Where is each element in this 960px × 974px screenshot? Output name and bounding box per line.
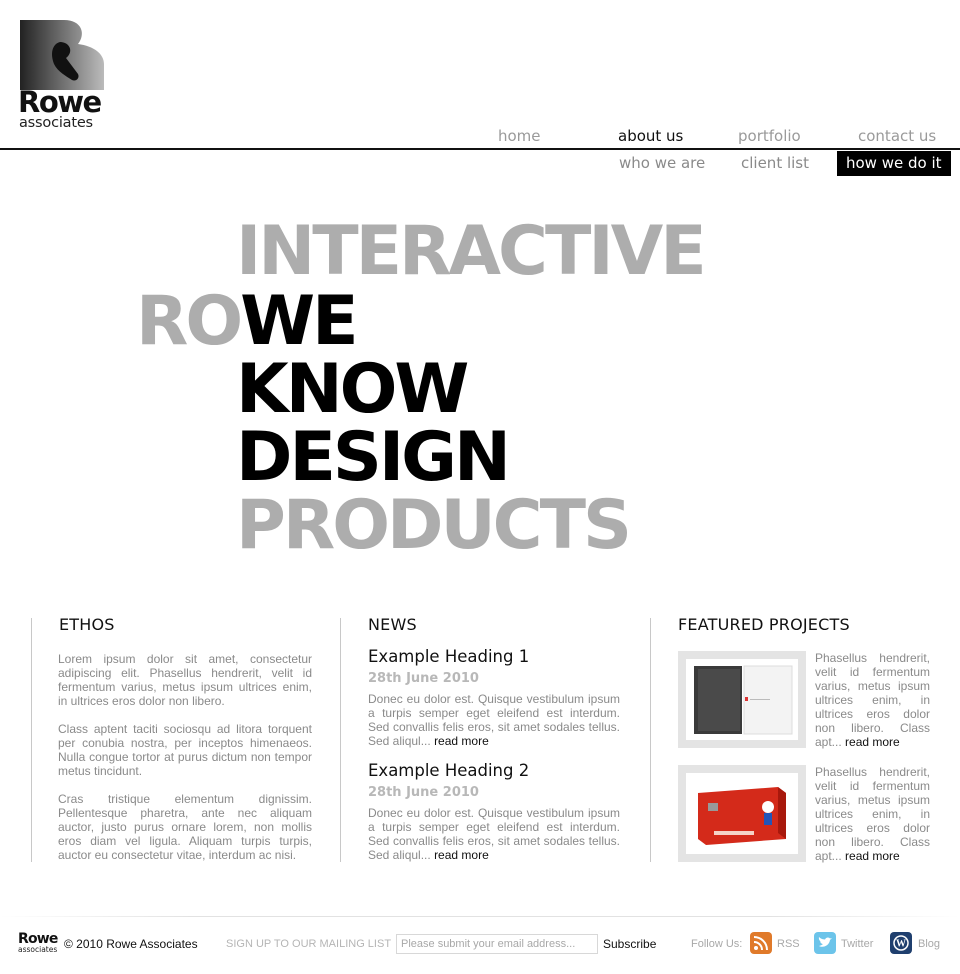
hero-line-rowe: ROWE [136, 288, 359, 356]
game-box-image [698, 787, 786, 845]
nav-about-us[interactable]: about us [618, 127, 683, 145]
project-thumbnail-box[interactable] [678, 765, 806, 862]
ethos-title: ETHOS [59, 615, 115, 634]
ethos-body: Lorem ipsum dolor sit amet, consectetur … [58, 652, 312, 876]
column-divider [31, 618, 32, 862]
hero-line-interactive: INTERACTIVE [236, 212, 707, 291]
news-excerpt: Donec eu dolor est. Quisque vestibulum i… [368, 692, 620, 748]
hero-line-know: KNOW [236, 350, 469, 429]
project-thumbnail-brochure[interactable] [678, 651, 806, 748]
ethos-paragraph: Lorem ipsum dolor sit amet, consectetur … [58, 652, 312, 708]
logo-sub: associates [19, 115, 93, 131]
news-excerpt-text: Donec eu dolor est. Quisque vestibulum i… [368, 692, 620, 748]
news-date: 28th June 2010 [368, 671, 479, 686]
subnav-how-we-do-it[interactable]: how we do it [837, 151, 951, 176]
read-more-link[interactable]: read more [434, 848, 489, 862]
mailing-list-label: SIGN UP TO OUR MAILING LIST [226, 938, 392, 950]
column-divider [650, 618, 651, 862]
read-more-link[interactable]: read more [434, 734, 489, 748]
email-input[interactable] [396, 934, 598, 954]
blog-label[interactable]: Blog [918, 938, 940, 950]
read-more-link[interactable]: read more [845, 849, 900, 863]
logo[interactable]: Rowe associates [18, 18, 108, 133]
hero-ro: RO [136, 282, 243, 361]
footer-divider [0, 916, 960, 917]
news-heading[interactable]: Example Heading 1 [368, 647, 529, 666]
nav-divider [0, 148, 960, 150]
news-excerpt: Donec eu dolor est. Quisque vestibulum i… [368, 806, 620, 862]
subscribe-button[interactable]: Subscribe [603, 937, 656, 951]
hero-line-products: PRODUCTS [236, 486, 632, 565]
news-title: NEWS [368, 615, 417, 634]
copyright: © 2010 Rowe Associates [64, 937, 198, 951]
wordpress-icon[interactable]: W [890, 932, 912, 954]
read-more-link[interactable]: read more [845, 735, 900, 749]
project-summary: Phasellus hendrerit, velit id fermentum … [815, 651, 930, 749]
column-divider [340, 618, 341, 862]
brochure-image [694, 665, 793, 735]
subnav-who-we-are[interactable]: who we are [619, 154, 705, 172]
footer-logo-name[interactable]: Rowe [18, 932, 58, 946]
ethos-paragraph: Cras tristique elementum dignissim. Pell… [58, 792, 312, 862]
news-heading[interactable]: Example Heading 2 [368, 761, 529, 780]
svg-text:W: W [896, 939, 906, 950]
logo-name: Rowe [18, 85, 102, 119]
nav-portfolio[interactable]: portfolio [738, 127, 801, 145]
nav-home[interactable]: home [498, 127, 541, 145]
project-summary: Phasellus hendrerit, velit id fermentum … [815, 765, 930, 863]
news-date: 28th June 2010 [368, 785, 479, 800]
rss-label[interactable]: RSS [777, 938, 800, 950]
hero-line-design: DESIGN [236, 418, 511, 497]
rss-icon[interactable] [750, 932, 772, 954]
footer-logo-sub: associates [18, 945, 58, 954]
twitter-icon[interactable] [814, 932, 836, 954]
ethos-paragraph: Class aptent taciti sociosqu ad litora t… [58, 722, 312, 778]
twitter-label[interactable]: Twitter [841, 938, 873, 950]
nav-contact-us[interactable]: contact us [858, 127, 936, 145]
subnav-client-list[interactable]: client list [741, 154, 809, 172]
featured-title: FEATURED PROJECTS [678, 615, 850, 634]
logo-mark-icon [20, 20, 104, 90]
follow-us-label: Follow Us: [691, 938, 743, 950]
news-excerpt-text: Donec eu dolor est. Quisque vestibulum i… [368, 806, 620, 862]
